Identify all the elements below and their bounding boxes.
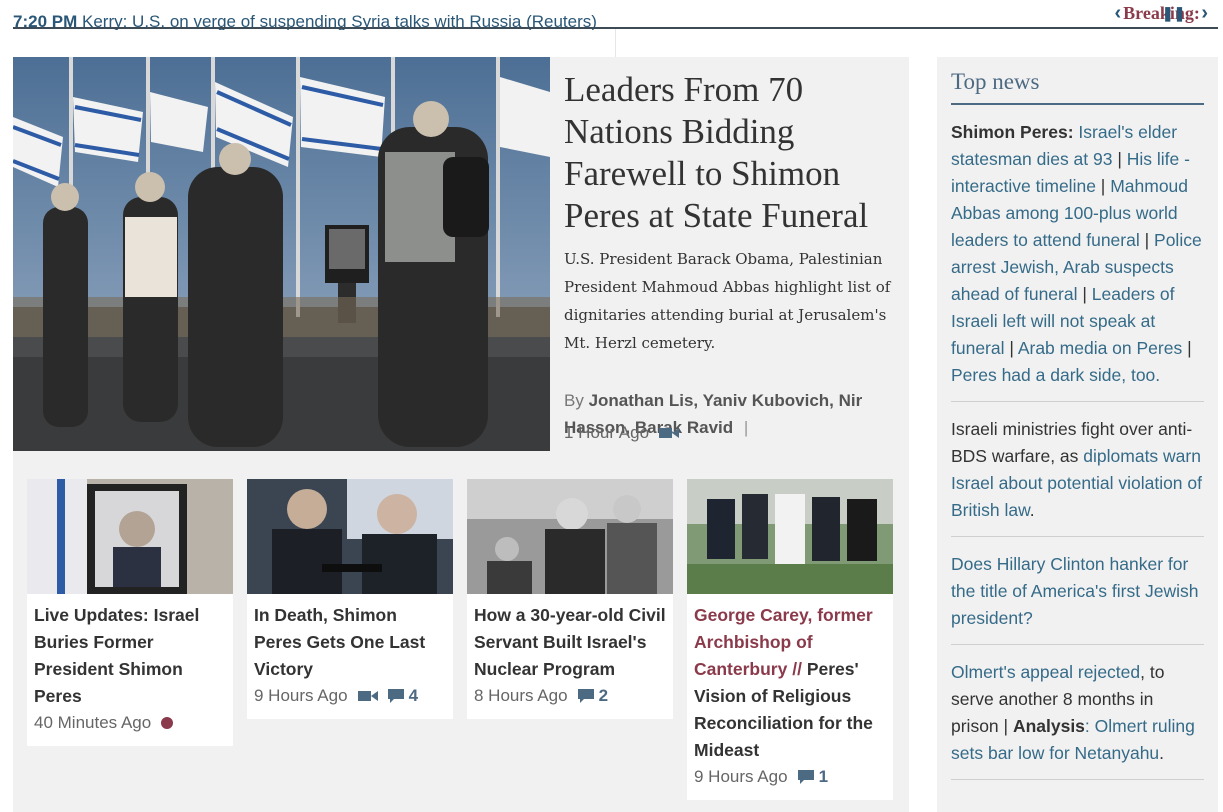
story-thumbnail[interactable] [467, 479, 673, 594]
top-news-text: . [1029, 500, 1035, 520]
chevron-left-icon[interactable]: ‹ [1115, 3, 1122, 23]
story-timestamp: 9 Hours Ago [694, 767, 788, 786]
story-meta: 40 Minutes Ago [34, 710, 226, 736]
breaking-news-ticker: 7:20 PM Kerry: U.S. on verge of suspendi… [0, 0, 1223, 30]
story-card[interactable]: Live Updates: Israel Buries Former Presi… [27, 479, 233, 746]
sidebar-title: Top news [951, 69, 1204, 105]
comment-count: 2 [598, 686, 609, 705]
comment-icon [387, 688, 404, 703]
top-news-label[interactable]: Analysis [1013, 716, 1085, 736]
byline-prefix: By [564, 391, 584, 410]
story-meta: 9 Hours Ago 1 [694, 764, 886, 790]
comment-count: 4 [408, 686, 419, 705]
comments-link[interactable]: 2 [577, 683, 609, 709]
story-thumbnail[interactable] [27, 479, 233, 594]
story-title[interactable]: How a 30-year-old Civil Servant Built Is… [474, 602, 666, 683]
separator: | [1095, 176, 1111, 196]
story-meta: 9 Hours Ago 4 [254, 683, 446, 709]
story-card-body: In Death, Shimon Peres Gets One Last Vic… [247, 594, 453, 719]
lead-timestamp-row: 1 Hour Ago [564, 423, 680, 443]
top-news-text: . [1159, 743, 1165, 763]
story-card[interactable]: How a 30-year-old Civil Servant Built Is… [467, 479, 673, 719]
separator: | [1077, 284, 1092, 304]
main-content: Leaders From 70 Nations Bidding Farewell… [13, 57, 909, 812]
comment-icon [797, 769, 814, 784]
lead-summary: U.S. President Barack Obama, Palestinian… [564, 250, 891, 352]
video-icon [659, 428, 680, 438]
story-card-body: George Carey, former Archbishop of Cante… [687, 594, 893, 800]
story-photo [467, 479, 673, 594]
lead-story-text: Leaders From 70 Nations Bidding Farewell… [564, 69, 904, 357]
lead-photo [13, 57, 550, 451]
comment-icon [577, 688, 594, 703]
story-title[interactable]: In Death, Shimon Peres Gets One Last Vic… [254, 602, 446, 683]
byline-separator: | [743, 418, 749, 437]
story-card[interactable]: In Death, Shimon Peres Gets One Last Vic… [247, 479, 453, 719]
top-news-item: Shimon Peres: Israel's elder statesman d… [951, 105, 1204, 402]
story-meta: 8 Hours Ago 2 [474, 683, 666, 709]
story-photo [687, 479, 893, 594]
comments-link[interactable]: 4 [387, 683, 419, 709]
separator: | [1139, 230, 1155, 250]
lead-headline[interactable]: Leaders From 70 Nations Bidding Farewell… [564, 69, 904, 237]
story-photo [247, 479, 453, 594]
chevron-right-icon[interactable]: › [1201, 3, 1208, 23]
story-card[interactable]: George Carey, former Archbishop of Cante… [687, 479, 893, 800]
story-card-body: How a 30-year-old Civil Servant Built Is… [467, 594, 673, 719]
ticker-controls: ‹ Breaking: ❚❚ › [1115, 2, 1209, 24]
story-thumbnail[interactable] [687, 479, 893, 594]
story-title[interactable]: George Carey, former Archbishop of Cante… [694, 602, 886, 764]
story-timestamp: 40 Minutes Ago [34, 713, 152, 732]
top-news-link[interactable]: Arab media on Peres [1018, 338, 1182, 358]
top-news-link[interactable]: Peres had a dark side, too. [951, 365, 1160, 385]
story-photo [27, 479, 233, 594]
story-thumbnail[interactable] [247, 479, 453, 594]
comment-count: 1 [818, 767, 829, 786]
top-news-link[interactable]: Does Hillary Clinton hanker for the titl… [951, 554, 1198, 628]
story-title[interactable]: Live Updates: Israel Buries Former Presi… [34, 602, 226, 710]
separator: | [1004, 338, 1018, 358]
lead-story-image[interactable] [13, 57, 550, 451]
top-news-link[interactable]: Olmert's appeal rejected [951, 662, 1140, 682]
top-news-item: Does Hillary Clinton hanker for the titl… [951, 537, 1204, 645]
separator: | [1182, 338, 1192, 358]
video-icon [357, 691, 378, 701]
story-timestamp: 8 Hours Ago [474, 686, 568, 705]
top-news-label: Shimon Peres: [951, 122, 1074, 142]
comments-link[interactable]: 1 [797, 764, 829, 790]
top-news-sidebar: Top news Shimon Peres: Israel's elder st… [937, 57, 1218, 812]
top-news-item: Olmert's appeal rejected, to serve anoth… [951, 645, 1204, 780]
pause-icon[interactable]: ❚❚ [1162, 3, 1185, 23]
separator: | [1112, 149, 1127, 169]
lead-timestamp: 1 Hour Ago [564, 423, 650, 442]
ticker-panel [615, 29, 1218, 57]
live-indicator-icon [161, 717, 174, 729]
story-card-body: Live Updates: Israel Buries Former Presi… [27, 594, 233, 746]
story-timestamp: 9 Hours Ago [254, 686, 348, 705]
top-news-item: Israeli ministries fight over anti-BDS w… [951, 402, 1204, 537]
